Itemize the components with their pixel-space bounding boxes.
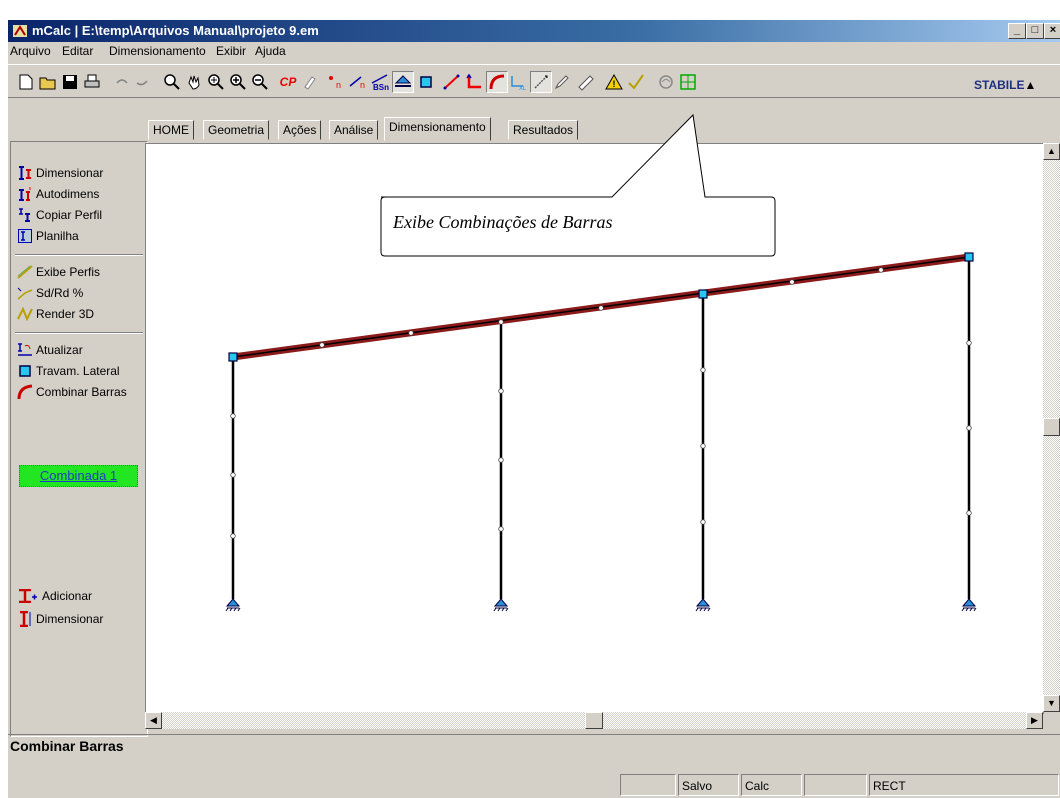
- callout-shape: [380, 113, 776, 257]
- tab-dimensionamento[interactable]: Dimensionamento: [384, 117, 491, 141]
- callout-text: Exibe Combinações de Barras: [393, 212, 613, 232]
